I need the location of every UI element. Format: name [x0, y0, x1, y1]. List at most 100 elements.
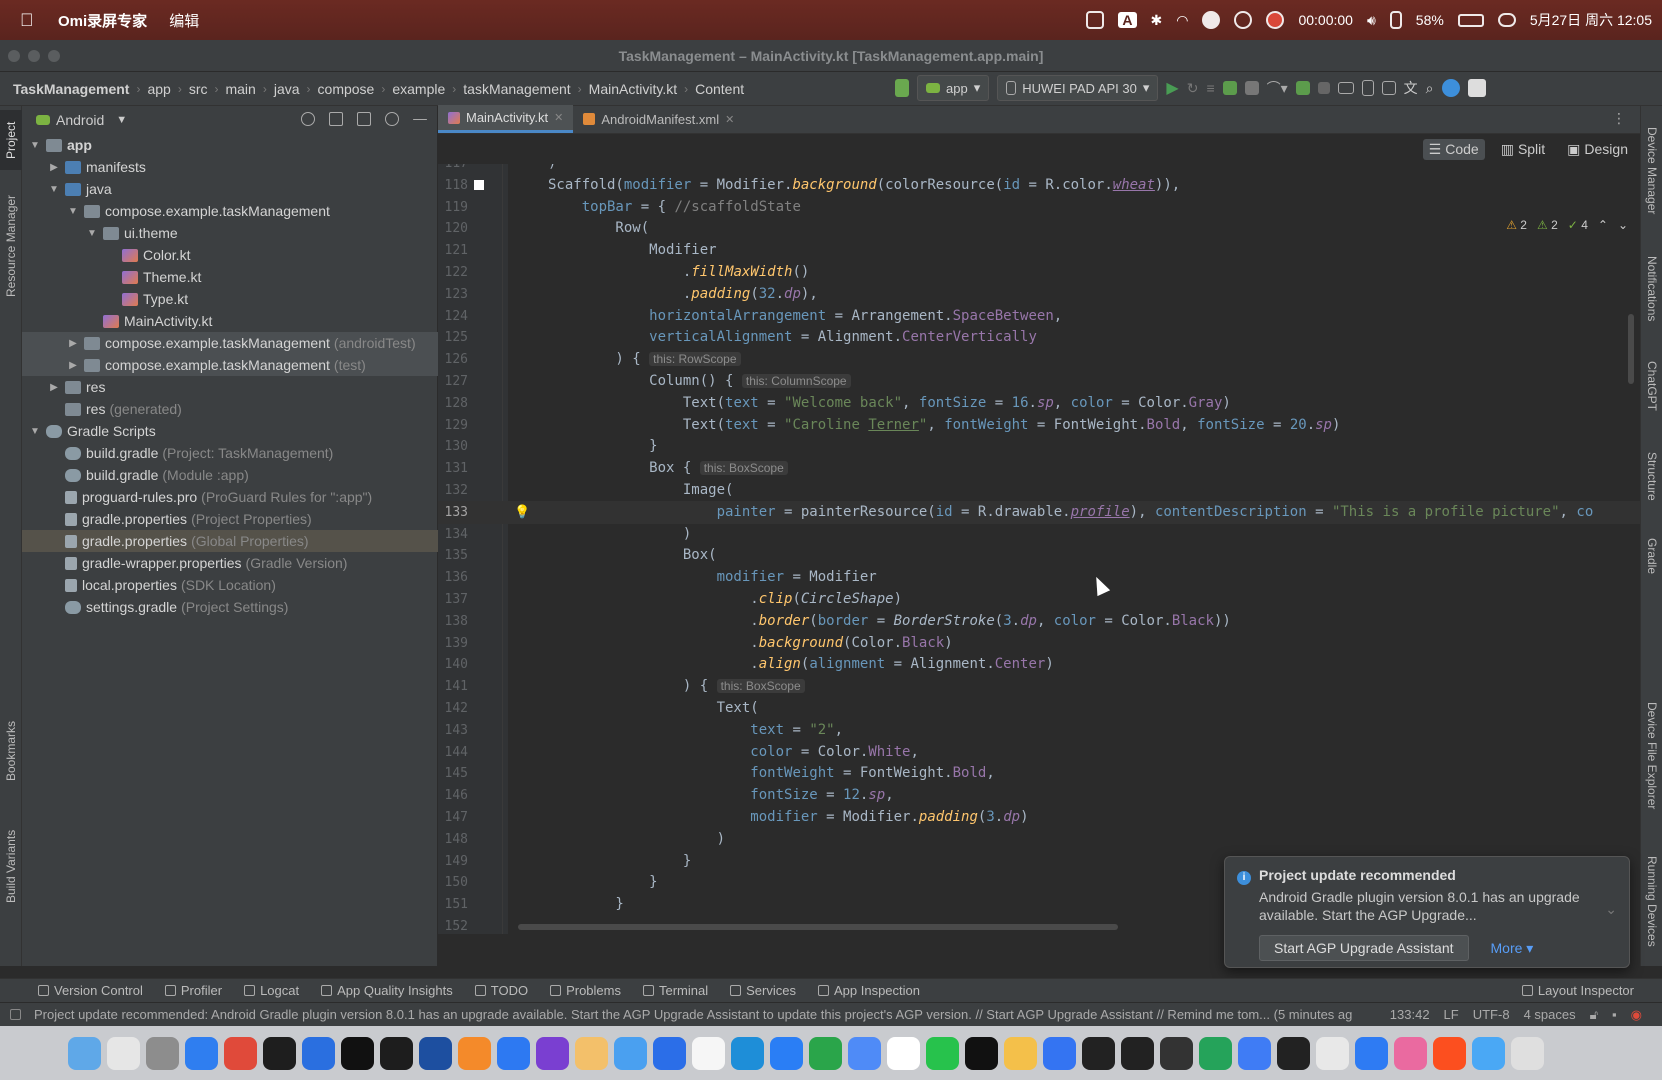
dock-app-icon[interactable] — [458, 1036, 491, 1070]
tree-node[interactable]: ▼ ui.theme — [22, 222, 438, 244]
code-line[interactable]: 136 modifier = Modifier — [438, 566, 1640, 589]
tool-window-services[interactable]: Services — [730, 983, 796, 998]
hide-icon[interactable] — [413, 119, 427, 120]
chevron-down-icon[interactable]: ▼ — [116, 114, 127, 126]
dock-app-icon[interactable] — [107, 1036, 140, 1070]
dock-app-icon[interactable] — [1316, 1036, 1349, 1070]
breadcrumb-item[interactable]: MainActivity.kt — [589, 81, 677, 97]
line-separator[interactable]: LF — [1444, 1007, 1459, 1023]
dock-app-icon[interactable] — [302, 1036, 335, 1070]
dock-app-icon[interactable] — [809, 1036, 842, 1070]
hammer-icon[interactable] — [895, 79, 909, 97]
menubar-edit[interactable]: 编辑 — [169, 10, 199, 31]
breadcrumb-item[interactable]: taskManagement — [463, 81, 570, 97]
tree-node[interactable]: ▶ compose.example.taskManagement (androidT… — [22, 332, 438, 354]
collapse-all-icon[interactable] — [357, 112, 371, 126]
dock-app-icon[interactable] — [263, 1036, 296, 1070]
dock-app-icon[interactable] — [224, 1036, 257, 1070]
more-link[interactable]: More ▾ — [1491, 940, 1534, 957]
tool-window-version-control[interactable]: Version Control — [38, 983, 143, 998]
close-icon[interactable]: ✕ — [725, 113, 734, 126]
dock-app-icon[interactable] — [185, 1036, 218, 1070]
close-icon[interactable]: ✕ — [554, 111, 563, 124]
dock-app-icon[interactable] — [848, 1036, 881, 1070]
tab-structure[interactable]: Structure — [1641, 441, 1662, 511]
tab-androidmanifest[interactable]: AndroidManifest.xml ✕ — [573, 105, 744, 133]
breadcrumb-item[interactable]: compose — [318, 81, 375, 97]
translate-icon[interactable]: 文 — [1404, 78, 1418, 98]
code-line[interactable]: 128 Text(text = "Welcome back", fontSize… — [438, 392, 1640, 415]
android-status-icon[interactable]: ◉ — [1631, 1007, 1642, 1023]
run-icon[interactable]: ▶ — [1166, 78, 1178, 98]
dock-app-icon[interactable] — [146, 1036, 179, 1070]
code-line[interactable]: 144 color = Color.White, — [438, 741, 1640, 764]
stop-record-icon[interactable] — [1266, 11, 1285, 29]
caret-position[interactable]: 133:42 — [1390, 1007, 1430, 1023]
color-swatch-icon[interactable] — [474, 179, 484, 190]
start-agp-upgrade-button[interactable]: Start AGP Upgrade Assistant — [1259, 935, 1469, 961]
dock-app-icon[interactable] — [536, 1036, 569, 1070]
chevron-down-icon[interactable]: ▼ — [66, 206, 80, 217]
settings-icon[interactable] — [1467, 79, 1486, 97]
code-line[interactable]: 135 Box( — [438, 544, 1640, 567]
dock-app-icon[interactable] — [1082, 1036, 1115, 1070]
apply-changes-icon[interactable]: ↻ — [1187, 80, 1199, 97]
dock-app-icon[interactable] — [68, 1036, 101, 1070]
view-split-button[interactable]: ▥ Split — [1495, 139, 1551, 160]
dock-app-icon[interactable] — [770, 1036, 803, 1070]
record-status-icon[interactable] — [1202, 11, 1221, 29]
tree-node[interactable]: ▶ manifests — [22, 156, 438, 178]
tab-notifications[interactable]: Notifications — [1641, 241, 1662, 336]
tab-gradle[interactable]: Gradle — [1641, 526, 1662, 586]
layout-inspector-button[interactable]: Layout Inspector — [1521, 983, 1634, 998]
code-line[interactable]: 145 fontWeight = FontWeight.Bold, — [438, 762, 1640, 785]
breadcrumb-item[interactable]: main — [225, 81, 255, 97]
dock-app-icon[interactable] — [1472, 1036, 1505, 1070]
code-line[interactable]: 143 text = "2", — [438, 719, 1640, 742]
dock-app-icon[interactable] — [1043, 1036, 1076, 1070]
tool-window-profiler[interactable]: Profiler — [164, 983, 222, 998]
sync-gradle-icon[interactable] — [1337, 82, 1354, 94]
indent-setting[interactable]: 4 spaces — [1524, 1007, 1576, 1023]
input-source-icon[interactable]: A — [1118, 12, 1137, 28]
chevron-down-icon[interactable]: ▼ — [28, 140, 42, 151]
package-icon[interactable] — [1086, 11, 1105, 29]
close-window-button[interactable] — [8, 50, 20, 62]
tool-window-app-inspection[interactable]: App Inspection — [817, 983, 920, 998]
code-line[interactable]: 140 .align(alignment = Alignment.Center) — [438, 653, 1640, 676]
code-line[interactable]: 123 .padding(32.dp), — [438, 283, 1640, 306]
horizontal-scrollbar[interactable] — [518, 924, 1118, 930]
status-toggle-icon[interactable] — [10, 1009, 21, 1020]
chevron-right-icon[interactable]: ▶ — [66, 338, 80, 349]
tree-node[interactable]: Theme.kt — [22, 266, 438, 288]
code-line[interactable]: 137 .clip(CircleShape) — [438, 588, 1640, 611]
code-line[interactable]: 122 .fillMaxWidth() — [438, 261, 1640, 284]
dock-app-icon[interactable] — [926, 1036, 959, 1070]
tree-node[interactable]: gradle.properties (Global Properties) — [22, 530, 438, 552]
dock-app-icon[interactable] — [380, 1036, 413, 1070]
code-line[interactable]: 125 verticalAlignment = Alignment.Center… — [438, 326, 1640, 349]
dock-app-icon[interactable] — [614, 1036, 647, 1070]
tree-node[interactable]: gradle-wrapper.properties (Gradle Version… — [22, 552, 438, 574]
vertical-scrollbar[interactable] — [1628, 314, 1634, 384]
inspection-widget[interactable]: ⚠ 2 ⚠ 2 ✓ 4 ⌃ ⌄ — [1506, 218, 1628, 232]
tool-window-terminal[interactable]: Terminal — [643, 983, 708, 998]
dock-app-icon[interactable] — [887, 1036, 920, 1070]
status-message[interactable]: Project update recommended: Android Grad… — [34, 1007, 1354, 1022]
dock-app-icon[interactable] — [1511, 1036, 1544, 1070]
dock-app-icon[interactable] — [965, 1036, 998, 1070]
dock-app-icon[interactable] — [497, 1036, 530, 1070]
breadcrumb-item[interactable]: example — [392, 81, 445, 97]
tree-node[interactable]: res (generated) — [22, 398, 438, 420]
code-line[interactable]: 134 ) — [438, 523, 1640, 546]
dock-app-icon[interactable] — [1004, 1036, 1037, 1070]
view-code-button[interactable]: ☰ Code — [1422, 138, 1485, 160]
tab-mainactivity[interactable]: MainActivity.kt ✕ — [438, 105, 574, 133]
code-line[interactable]: 132 Image( — [438, 479, 1640, 502]
dock-app-icon[interactable] — [1238, 1036, 1271, 1070]
run-config-select[interactable]: app ▾ — [917, 75, 990, 101]
tree-node[interactable]: local.properties (SDK Location) — [22, 574, 438, 596]
code-line[interactable]: 130 } — [438, 435, 1640, 458]
tab-device-manager[interactable]: Device Manager — [1641, 116, 1662, 226]
chevron-right-icon[interactable]: ▶ — [47, 382, 61, 393]
